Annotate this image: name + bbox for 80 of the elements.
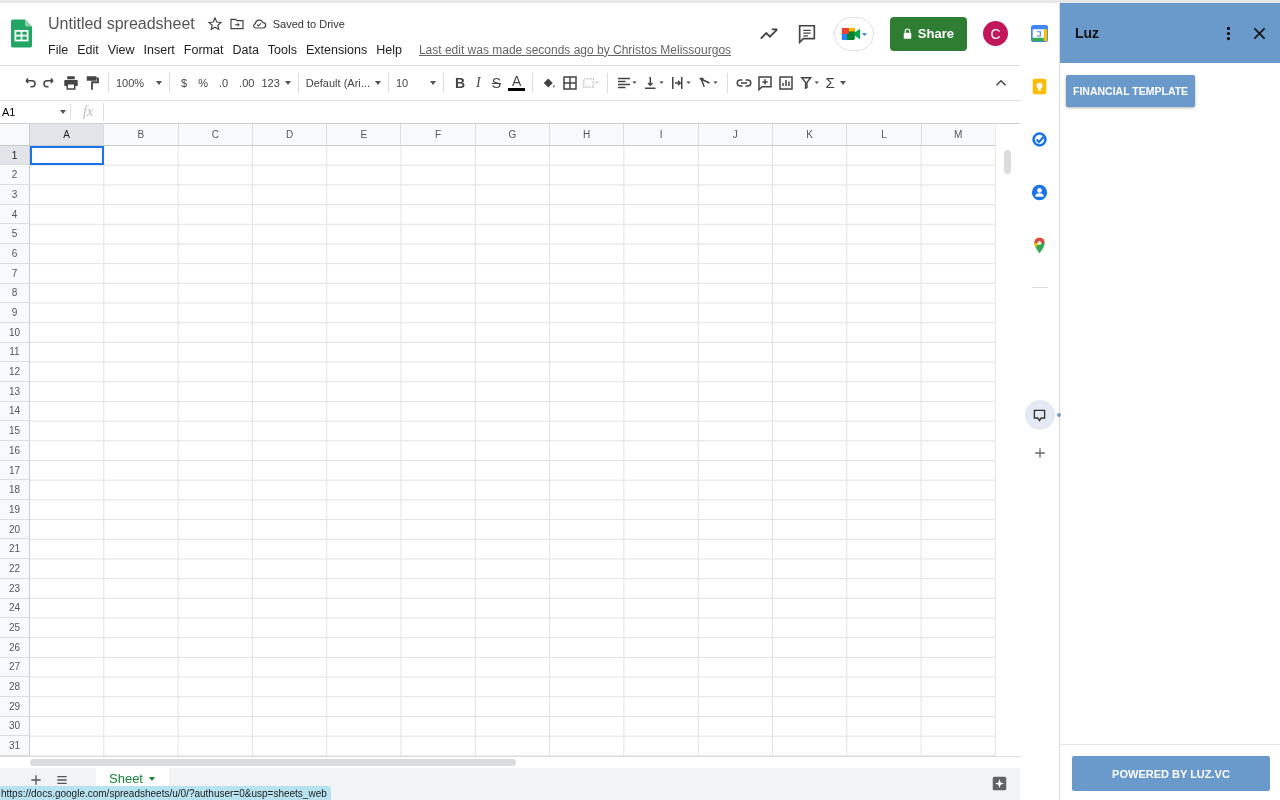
row-header[interactable]: 8: [0, 283, 30, 304]
column-header[interactable]: E: [327, 123, 402, 146]
borders-icon[interactable]: [561, 73, 580, 92]
add-comment-icon[interactable]: [756, 73, 775, 92]
row-header[interactable]: 17: [0, 460, 30, 481]
font-dropdown[interactable]: Default (Ari...: [305, 76, 381, 89]
functions-dropdown[interactable]: Σ: [825, 74, 846, 92]
menu-item[interactable]: File: [48, 42, 69, 57]
row-header[interactable]: 19: [0, 500, 30, 520]
row-header[interactable]: 6: [0, 244, 30, 264]
row-header[interactable]: 12: [0, 362, 30, 382]
column-header[interactable]: B: [104, 123, 179, 146]
row-header[interactable]: 15: [0, 421, 30, 441]
text-color-button[interactable]: A: [508, 74, 526, 92]
row-header[interactable]: 30: [0, 716, 30, 737]
row-header[interactable]: 4: [0, 204, 30, 225]
row-header[interactable]: 20: [0, 519, 30, 540]
menu-item[interactable]: Help: [376, 42, 402, 57]
row-header[interactable]: 16: [0, 441, 30, 461]
column-header[interactable]: A: [30, 123, 105, 146]
font-size-dropdown[interactable]: 10: [395, 76, 436, 89]
document-title[interactable]: Untitled spreadsheet: [48, 14, 195, 33]
lock-icon: [902, 28, 912, 40]
row-header[interactable]: 3: [0, 185, 30, 205]
star-icon[interactable]: [206, 15, 223, 32]
meet-button[interactable]: [833, 16, 874, 51]
menu-item[interactable]: Tools: [267, 42, 298, 57]
share-button[interactable]: Share: [889, 16, 967, 51]
menu-item[interactable]: Format: [183, 42, 224, 57]
strikethrough-button[interactable]: S: [487, 74, 506, 91]
row-header[interactable]: 26: [0, 637, 30, 658]
row-header[interactable]: 10: [0, 322, 30, 343]
bold-button[interactable]: B: [450, 74, 470, 91]
row-header[interactable]: 21: [0, 539, 30, 560]
row-header[interactable]: 28: [0, 677, 30, 697]
panel-title: Luz: [1075, 25, 1101, 41]
row-header[interactable]: 24: [0, 598, 30, 619]
add-sheet-icon[interactable]: [28, 772, 44, 788]
menu-item[interactable]: Extensions: [306, 42, 368, 57]
menu-item[interactable]: Edit: [77, 42, 99, 57]
explore-icon[interactable]: [992, 776, 1007, 791]
decrease-decimals-button[interactable]: .0: [214, 76, 233, 89]
row-header[interactable]: 11: [0, 342, 30, 363]
increase-decimals-button[interactable]: .00: [235, 76, 259, 89]
row-header[interactable]: 7: [0, 263, 30, 284]
sheets-logo-icon[interactable]: [11, 19, 32, 49]
chart-icon[interactable]: [777, 73, 796, 92]
row-header[interactable]: 18: [0, 480, 30, 501]
print-icon[interactable]: [62, 73, 80, 92]
currency-button[interactable]: $: [177, 76, 192, 89]
save-status: Saved to Drive: [272, 17, 345, 30]
row-header[interactable]: 13: [0, 381, 30, 402]
row-header[interactable]: 1: [0, 145, 30, 166]
row-header[interactable]: 25: [0, 618, 30, 638]
column-header[interactable]: H: [550, 123, 625, 146]
row-header[interactable]: 29: [0, 696, 30, 717]
name-box[interactable]: A1: [0, 105, 70, 118]
zoom-dropdown[interactable]: 100%: [116, 76, 162, 89]
selected-cell[interactable]: [30, 145, 105, 166]
menu-item[interactable]: View: [107, 42, 135, 57]
last-edit-link[interactable]: Last edit was made seconds ago by Christos Melissourgos: [418, 42, 732, 57]
menu-item[interactable]: Data: [232, 42, 259, 57]
menu-item[interactable]: Insert: [143, 42, 175, 57]
row-header[interactable]: 5: [0, 224, 30, 245]
avatar[interactable]: C: [983, 21, 1008, 47]
column-header[interactable]: I: [624, 123, 699, 146]
row-header[interactable]: 9: [0, 303, 30, 323]
row-header[interactable]: 2: [0, 165, 30, 186]
percent-button[interactable]: %: [194, 76, 212, 89]
row-header[interactable]: 14: [0, 401, 30, 422]
status-url-tooltip: https://docs.google.com/spreadsheets/u/0/?authuser=0&usp=sheets_web: [0, 786, 331, 800]
row-header[interactable]: 23: [0, 578, 30, 599]
row-header[interactable]: 22: [0, 559, 30, 579]
column-header[interactable]: F: [401, 123, 476, 146]
formula-label: fx: [70, 103, 104, 120]
italic-button[interactable]: I: [472, 74, 485, 91]
number-format-dropdown[interactable]: 123: [261, 76, 291, 89]
row-header[interactable]: 27: [0, 657, 30, 678]
column-header[interactable]: L: [847, 123, 922, 146]
row-header[interactable]: 31: [0, 736, 30, 756]
